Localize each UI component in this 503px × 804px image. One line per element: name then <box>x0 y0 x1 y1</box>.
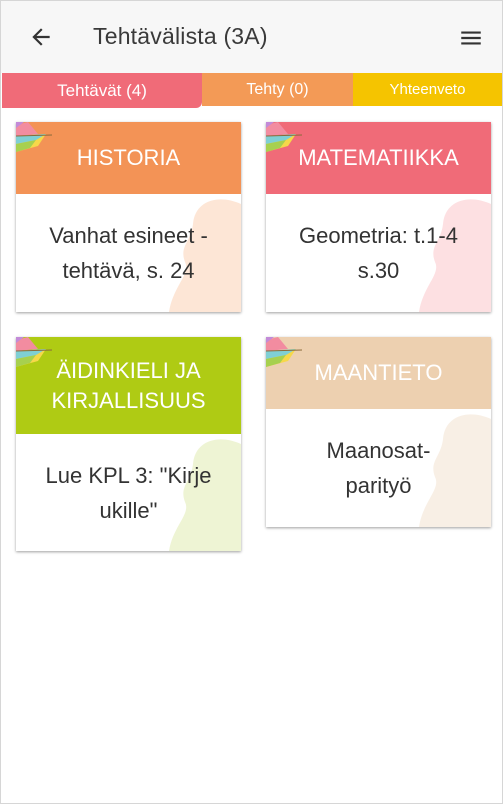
task-card-aidinkieli[interactable]: ÄIDINKIELI JA KIRJALLISUUS Lue KPL 3: "K… <box>16 337 241 551</box>
card-subject: MAANTIETO <box>314 360 443 385</box>
arrow-left-icon <box>32 28 50 46</box>
feather-icon <box>16 337 53 367</box>
card-task: Geometria: t.1-4 s.30 <box>299 223 458 283</box>
card-body: Lue KPL 3: "Kirje ukille" <box>16 434 241 551</box>
tab-tehty[interactable]: Tehty (0) <box>202 73 353 106</box>
card-task: Maanosat-parityö <box>326 438 431 498</box>
task-card-historia[interactable]: HISTORIA Vanhat esineet - tehtävä, s. 24 <box>16 122 241 312</box>
card-subject: MATEMATIIKKA <box>298 145 459 170</box>
card-subject: HISTORIA <box>76 145 181 170</box>
feather-icon <box>266 122 303 152</box>
feather-icon <box>266 337 303 367</box>
task-card-matematiikka[interactable]: MATEMATIIKKA Geometria: t.1-4 s.30 <box>266 122 491 312</box>
feather-icon <box>16 122 53 152</box>
card-body: Vanhat esineet - tehtävä, s. 24 <box>16 194 241 312</box>
card-body: Maanosat-parityö <box>266 409 491 527</box>
card-task: Lue KPL 3: "Kirje ukille" <box>45 462 212 523</box>
page-title: Tehtävälista (3A) <box>93 23 268 49</box>
app-bar: Tehtävälista (3A) <box>1 1 502 73</box>
tab-tehtavat[interactable]: Tehtävät (4) <box>2 73 202 108</box>
card-task: Vanhat esineet - tehtävä, s. 24 <box>49 223 208 283</box>
tab-yhteenveto[interactable]: Yhteenveto <box>353 73 502 106</box>
task-card-maantieto[interactable]: MAANTIETO Maanosat-parityö <box>266 337 491 527</box>
card-body: Geometria: t.1-4 s.30 <box>266 194 491 312</box>
menu-button[interactable] <box>453 21 489 55</box>
tab-bar: Tehtävät (4) Tehty (0) Yhteenveto <box>1 73 502 108</box>
app-frame: Tehtävälista (3A) Tehtävät (4) Tehty (0)… <box>0 0 503 804</box>
hamburger-menu-icon <box>461 31 481 45</box>
card-subject: ÄIDINKIELI JA KIRJALLISUUS <box>51 357 206 413</box>
back-button[interactable] <box>23 19 59 55</box>
